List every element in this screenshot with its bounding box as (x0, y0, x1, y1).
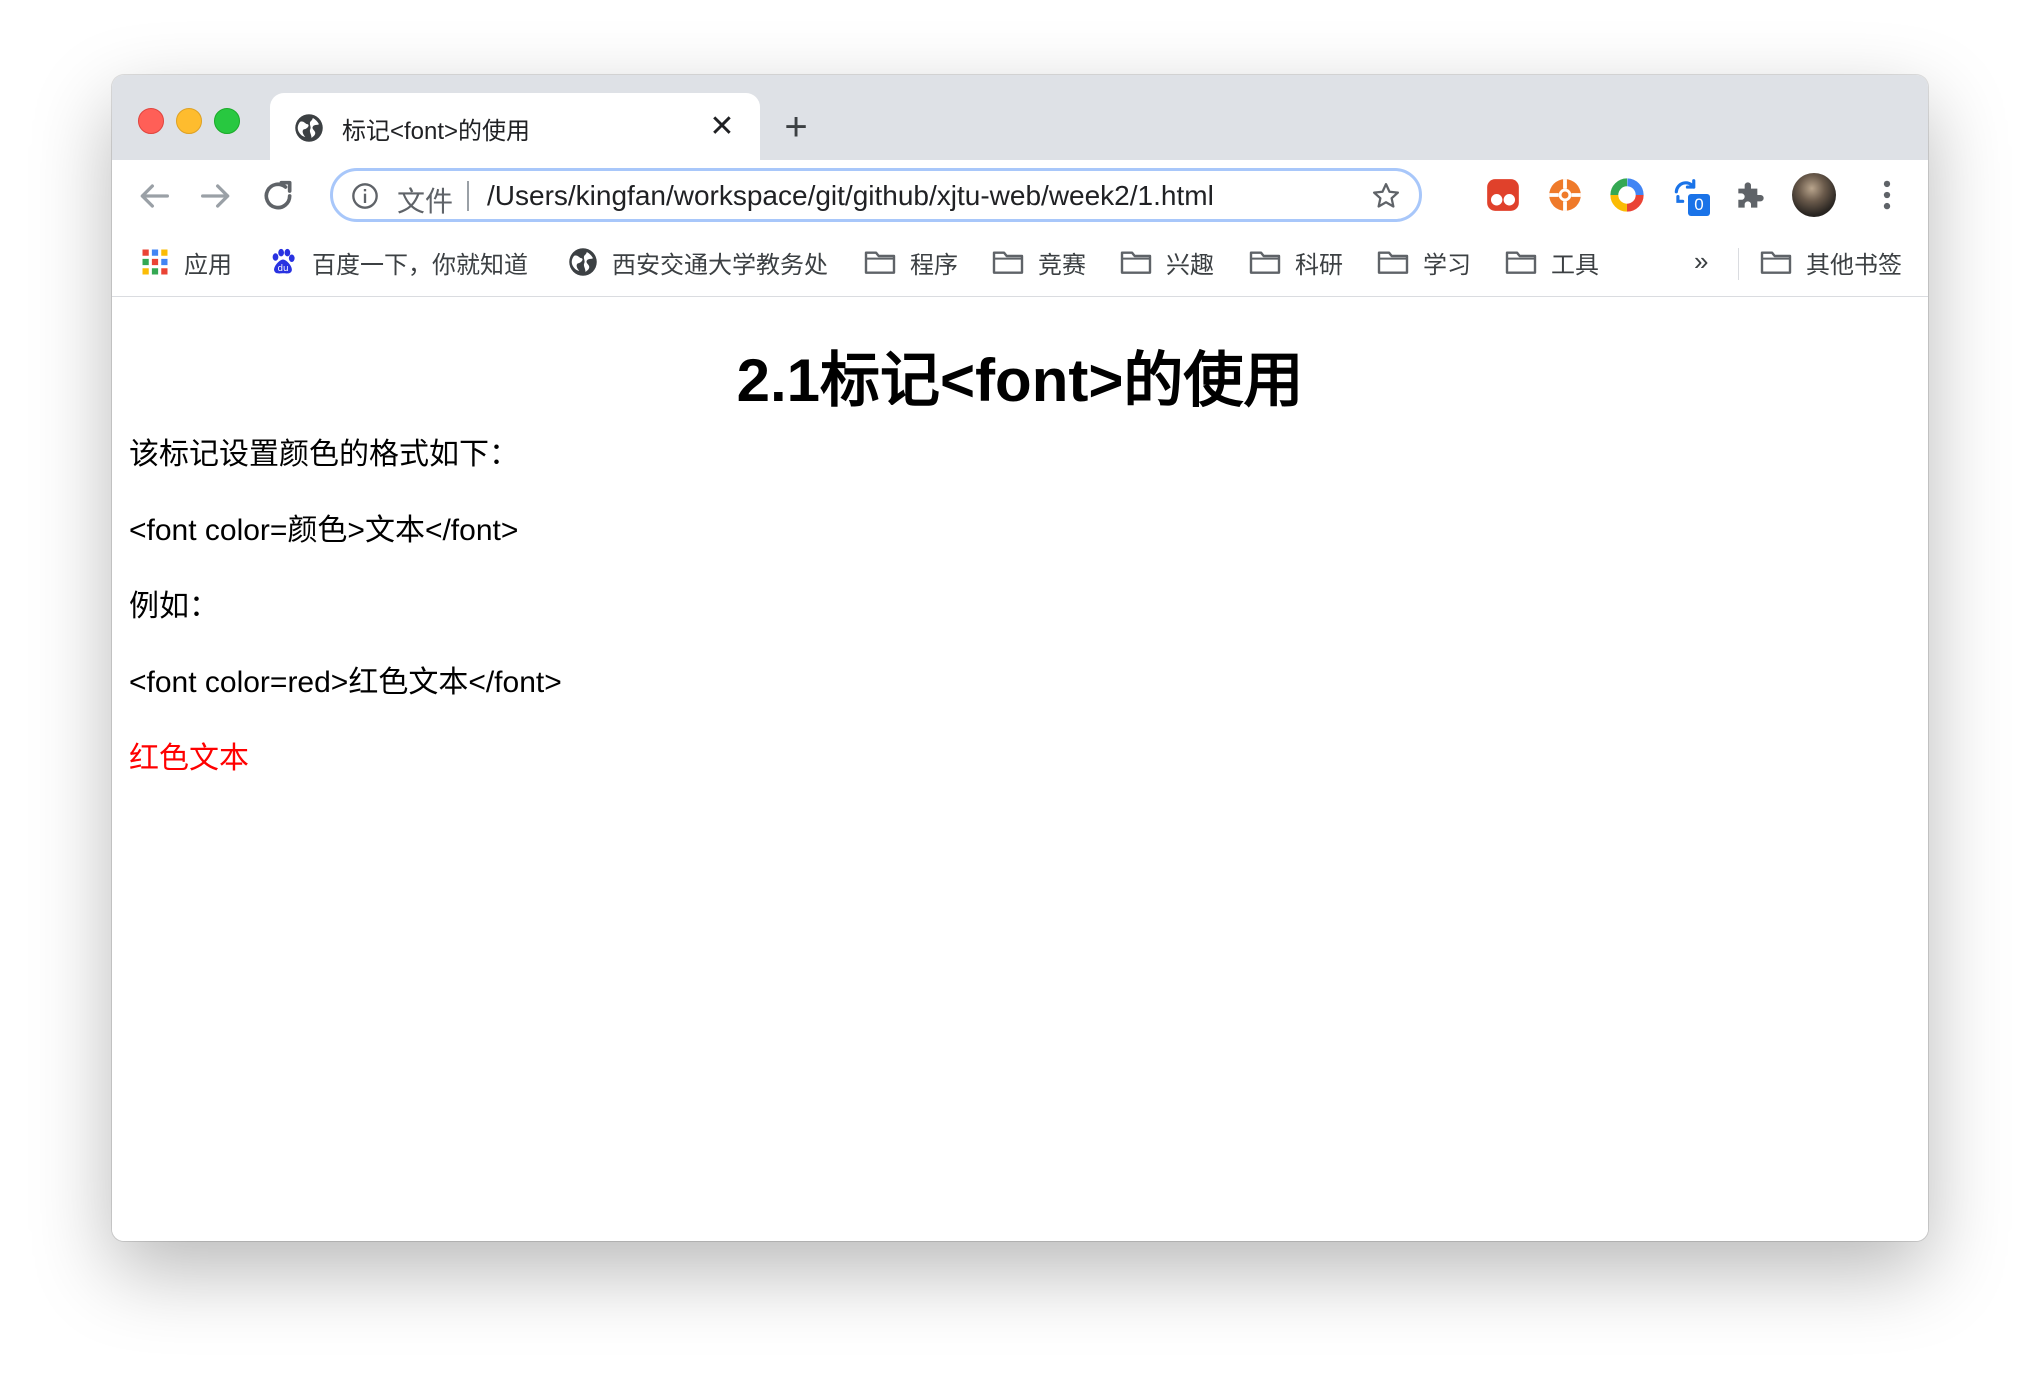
puzzle-extensions-icon[interactable] (1732, 176, 1770, 214)
paragraph-example-label: 例如： (129, 590, 219, 623)
folder-icon (1249, 251, 1281, 274)
bookmark-label: 应用 (184, 251, 232, 279)
new-tab-button[interactable]: + (776, 107, 816, 147)
folder-icon (1377, 251, 1409, 274)
page-title: 2.1标记<font>的使用 (736, 347, 1304, 414)
window-maximize-button[interactable] (214, 108, 240, 134)
svg-text:du: du (277, 264, 288, 274)
reload-icon[interactable] (258, 176, 298, 216)
bookmark-folder-interests[interactable]: 兴趣 (1120, 244, 1214, 280)
url-text[interactable]: /Users/kingfan/workspace/git/github/xjtu… (487, 180, 1214, 212)
apps-grid-icon (142, 249, 168, 275)
bookmark-label: 程序 (910, 251, 958, 279)
bookmark-xjtu[interactable]: 西安交通大学教务处 (568, 244, 828, 280)
address-bar[interactable]: 文件 /Users/kingfan/workspace/git/github/x… (330, 168, 1422, 222)
window-minimize-button[interactable] (176, 108, 202, 134)
tab-title: 标记<font>的使用 (342, 118, 531, 145)
url-separator (467, 181, 469, 211)
globe-icon (295, 114, 323, 142)
window-close-button[interactable] (138, 108, 164, 134)
color-ring-extension-icon[interactable] (1608, 176, 1646, 214)
bookmark-apps[interactable]: 应用 (140, 244, 232, 280)
bookmark-label: 学习 (1423, 251, 1471, 279)
bookmark-folder-study[interactable]: 学习 (1377, 244, 1471, 280)
paragraph-intro: 该标记设置颜色的格式如下： (129, 438, 519, 471)
tab-strip: 标记<font>的使用 ✕ + (112, 75, 1928, 160)
bookmark-label: 百度一下，你就知道 (312, 251, 528, 279)
bookmark-label: 工具 (1551, 251, 1599, 279)
browser-window: 标记<font>的使用 ✕ + 文件 /Users/kingfan/worksp… (112, 75, 1928, 1241)
baidu-paw-icon: du (272, 248, 295, 274)
paragraph-syntax: <font color=颜色>文本</font> (129, 514, 519, 547)
forward-icon[interactable] (196, 176, 236, 216)
bookmark-label: 其他书签 (1806, 251, 1902, 279)
profile-avatar[interactable] (1792, 173, 1836, 217)
paragraph-example-code: <font color=red>红色文本</font> (129, 666, 562, 699)
folder-icon (1120, 251, 1152, 274)
toolbar: 文件 /Users/kingfan/workspace/git/github/x… (112, 160, 1928, 232)
bookmark-folder-tools[interactable]: 工具 (1505, 244, 1599, 280)
url-scheme-label: 文件 (397, 186, 454, 217)
page-content: 2.1标记<font>的使用 该标记设置颜色的格式如下： <font color… (112, 297, 1928, 1241)
sync-extension-button[interactable]: 0 (1670, 176, 1710, 216)
back-icon[interactable] (134, 176, 174, 216)
info-icon[interactable] (351, 182, 379, 210)
bookmark-folder-programs[interactable]: 程序 (864, 244, 958, 280)
bookmark-baidu[interactable]: du 百度一下，你就知道 (268, 244, 528, 280)
bookmark-label: 兴趣 (1166, 251, 1214, 279)
bookmark-label: 竞赛 (1038, 251, 1086, 279)
folder-icon (992, 251, 1024, 274)
tab-close-icon[interactable]: ✕ (706, 111, 738, 143)
red-text-sample: 红色文本 (129, 742, 249, 775)
bookmark-label: 西安交通大学教务处 (612, 251, 828, 279)
globe-icon (569, 248, 597, 276)
more-menu-icon[interactable] (1868, 176, 1906, 214)
bookmarks-divider (1738, 248, 1739, 280)
folder-icon (864, 251, 896, 274)
bookmarks-bar: 应用 du 百度一下，你就知道 西安交通大学教务处 程序 竞赛 兴趣 科研 学习… (112, 232, 1928, 297)
extension-badge: 0 (1688, 194, 1710, 216)
bookmark-star-icon[interactable] (1371, 181, 1401, 211)
folder-icon (1760, 251, 1792, 274)
bookmarks-overflow-icon[interactable]: » (1694, 246, 1708, 277)
bookmark-other-folder[interactable]: 其他书签 (1760, 244, 1902, 280)
bookmark-label: 科研 (1295, 251, 1343, 279)
tab-active[interactable]: 标记<font>的使用 ✕ (270, 93, 760, 160)
lifebuoy-extension-icon[interactable] (1546, 176, 1584, 214)
tampermonkey-icon[interactable] (1484, 176, 1522, 214)
folder-icon (1505, 251, 1537, 274)
bookmark-folder-competitions[interactable]: 竞赛 (992, 244, 1086, 280)
bookmark-folder-research[interactable]: 科研 (1249, 244, 1343, 280)
